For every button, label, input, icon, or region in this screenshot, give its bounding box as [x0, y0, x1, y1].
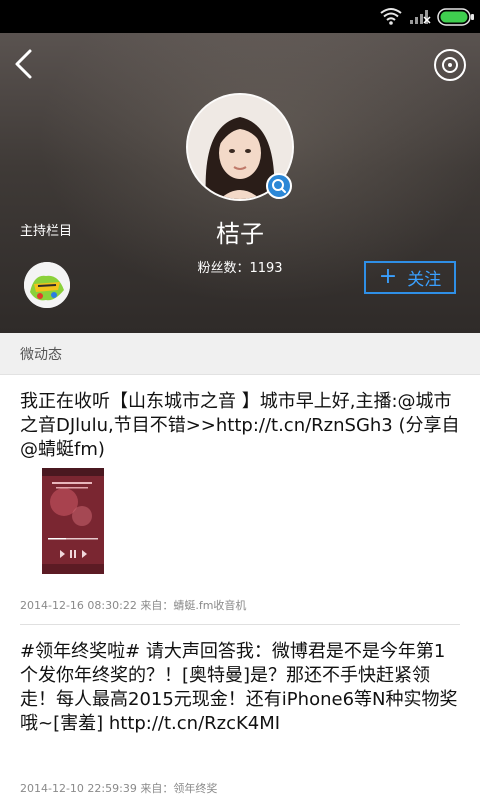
post-image[interactable]	[42, 468, 104, 574]
program-logo-image	[24, 262, 70, 308]
status-bar	[0, 0, 480, 33]
disc-icon	[434, 49, 466, 81]
follow-button[interactable]: + 关注	[364, 261, 456, 294]
post-item[interactable]: 我正在收听【山东城市之音 】城市早上好,主播:@城市之音DJlulu,节目不错>…	[20, 390, 460, 612]
host-columns-label: 主持栏目	[20, 224, 73, 239]
disc-button[interactable]	[430, 45, 470, 85]
profile-header: 主持栏目 桔子 粉丝数：1193 + 关注	[0, 33, 480, 333]
post-item[interactable]: #领年终奖啦# 请大声回答我：微博君是不是今年第1个发你年终奖的？！[奥特曼]是…	[20, 640, 460, 795]
avatar-wrap[interactable]	[186, 93, 294, 201]
post-image-graphic	[42, 468, 104, 574]
avatar-search-badge[interactable]	[266, 173, 292, 199]
wifi-icon	[380, 7, 402, 29]
fans-count: 粉丝数：1193	[197, 261, 283, 276]
signal-icon	[410, 8, 432, 28]
chevron-left-icon	[15, 49, 32, 79]
post-text[interactable]: #领年终奖啦# 请大声回答我：微博君是不是今年第1个发你年终奖的？！[奥特曼]是…	[20, 640, 460, 736]
program-logo[interactable]	[24, 262, 70, 308]
post-divider	[20, 624, 460, 625]
plus-icon: +	[378, 263, 398, 289]
search-icon	[272, 179, 286, 193]
follow-label: 关注	[407, 270, 442, 290]
post-meta: 2014-12-10 22:59:39 来自：领年终奖	[20, 782, 218, 795]
post-meta: 2014-12-16 08:30:22 来自：蜻蜓.fm收音机	[20, 599, 247, 612]
section-title: 微动态	[20, 347, 62, 363]
back-button[interactable]	[8, 43, 44, 83]
host-name: 桔子	[216, 220, 264, 248]
post-text[interactable]: 我正在收听【山东城市之音 】城市早上好,主播:@城市之音DJlulu,节目不错>…	[20, 390, 460, 462]
section-header: 微动态	[0, 333, 480, 375]
battery-icon	[437, 8, 475, 30]
